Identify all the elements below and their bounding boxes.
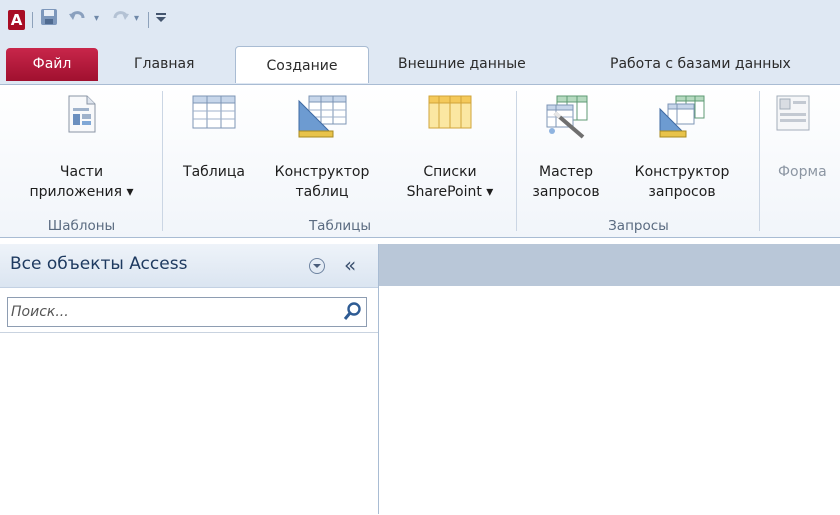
group-tables: Таблица Конструктор таблиц Списки ShareP…	[163, 85, 517, 238]
search-input[interactable]	[11, 301, 331, 323]
redo-icon[interactable]	[110, 8, 130, 30]
toolbar-separator	[32, 12, 33, 28]
group-forms: Форма	[760, 85, 840, 238]
table-design-label: Конструктор таблиц	[274, 164, 370, 200]
collapse-pane-icon[interactable]: «	[344, 252, 356, 278]
tab-external-data[interactable]: Внешние данные	[398, 48, 526, 81]
table-label: Таблица	[183, 164, 245, 180]
form-label: Форма	[778, 164, 827, 180]
access-logo-icon: A	[8, 10, 25, 30]
ribbon-tab-row: Файл Главная Создание Внешние данные Раб…	[0, 36, 840, 84]
dropdown-arrow-icon[interactable]: ▾	[94, 8, 99, 30]
document-workspace	[379, 244, 840, 514]
search-box	[7, 297, 367, 327]
tab-file[interactable]: Файл	[6, 48, 98, 81]
undo-icon[interactable]	[68, 8, 88, 30]
navigation-pane-header[interactable]: Все объекты Access «	[0, 244, 378, 288]
table-button[interactable]: Таблица	[171, 85, 257, 215]
form-icon	[776, 95, 810, 135]
group-label-queries: Запросы	[608, 218, 669, 234]
table-icon	[192, 95, 236, 133]
tab-create[interactable]: Создание	[235, 46, 369, 83]
query-wizard-icon	[543, 95, 589, 143]
group-label-tables: Таблицы	[308, 218, 372, 234]
table-design-icon	[297, 95, 347, 143]
navigation-object-list	[0, 332, 378, 515]
group-templates: Части приложения ▾ Шаблоны	[0, 85, 163, 238]
query-wizard-button[interactable]: Мастер запросов	[521, 85, 611, 215]
tab-database-tools[interactable]: Работа с базами данных	[610, 48, 791, 81]
navigation-pane: Все объекты Access «	[0, 244, 379, 514]
toolbar-separator	[148, 12, 149, 28]
sharepoint-lists-label: Списки SharePoint ▾	[406, 164, 494, 200]
application-parts-icon	[67, 95, 97, 137]
app-parts-label: Части приложения ▾	[29, 164, 134, 200]
ribbon: Части приложения ▾ Шаблоны Таблица Конст…	[0, 84, 840, 238]
group-label-templates: Шаблоны	[47, 218, 116, 234]
group-queries: Мастер запросов Конструктор запросов Зап…	[517, 85, 760, 238]
sharepoint-list-icon	[428, 95, 472, 133]
chevron-down-icon[interactable]	[309, 258, 325, 274]
query-wizard-label: Мастер запросов	[532, 164, 600, 200]
tab-home[interactable]: Главная	[134, 48, 194, 81]
app-parts-button[interactable]: Части приложения ▾	[0, 85, 163, 215]
table-design-button[interactable]: Конструктор таблиц	[259, 85, 385, 215]
dropdown-arrow-icon[interactable]: ▾	[134, 8, 139, 30]
quick-access-toolbar: A ▾ ▾	[0, 0, 840, 36]
document-tab-strip	[379, 244, 840, 286]
sharepoint-lists-button[interactable]: Списки SharePoint ▾	[389, 85, 511, 215]
query-design-icon	[658, 95, 706, 143]
navigation-pane-title[interactable]: Все объекты Access	[10, 254, 187, 274]
save-icon[interactable]	[40, 8, 58, 30]
query-design-button[interactable]: Конструктор запросов	[617, 85, 747, 215]
query-design-label: Конструктор запросов	[634, 164, 730, 200]
search-icon[interactable]	[340, 301, 364, 323]
customize-toolbar-icon[interactable]	[155, 6, 167, 28]
form-button[interactable]: Форма	[768, 85, 838, 215]
